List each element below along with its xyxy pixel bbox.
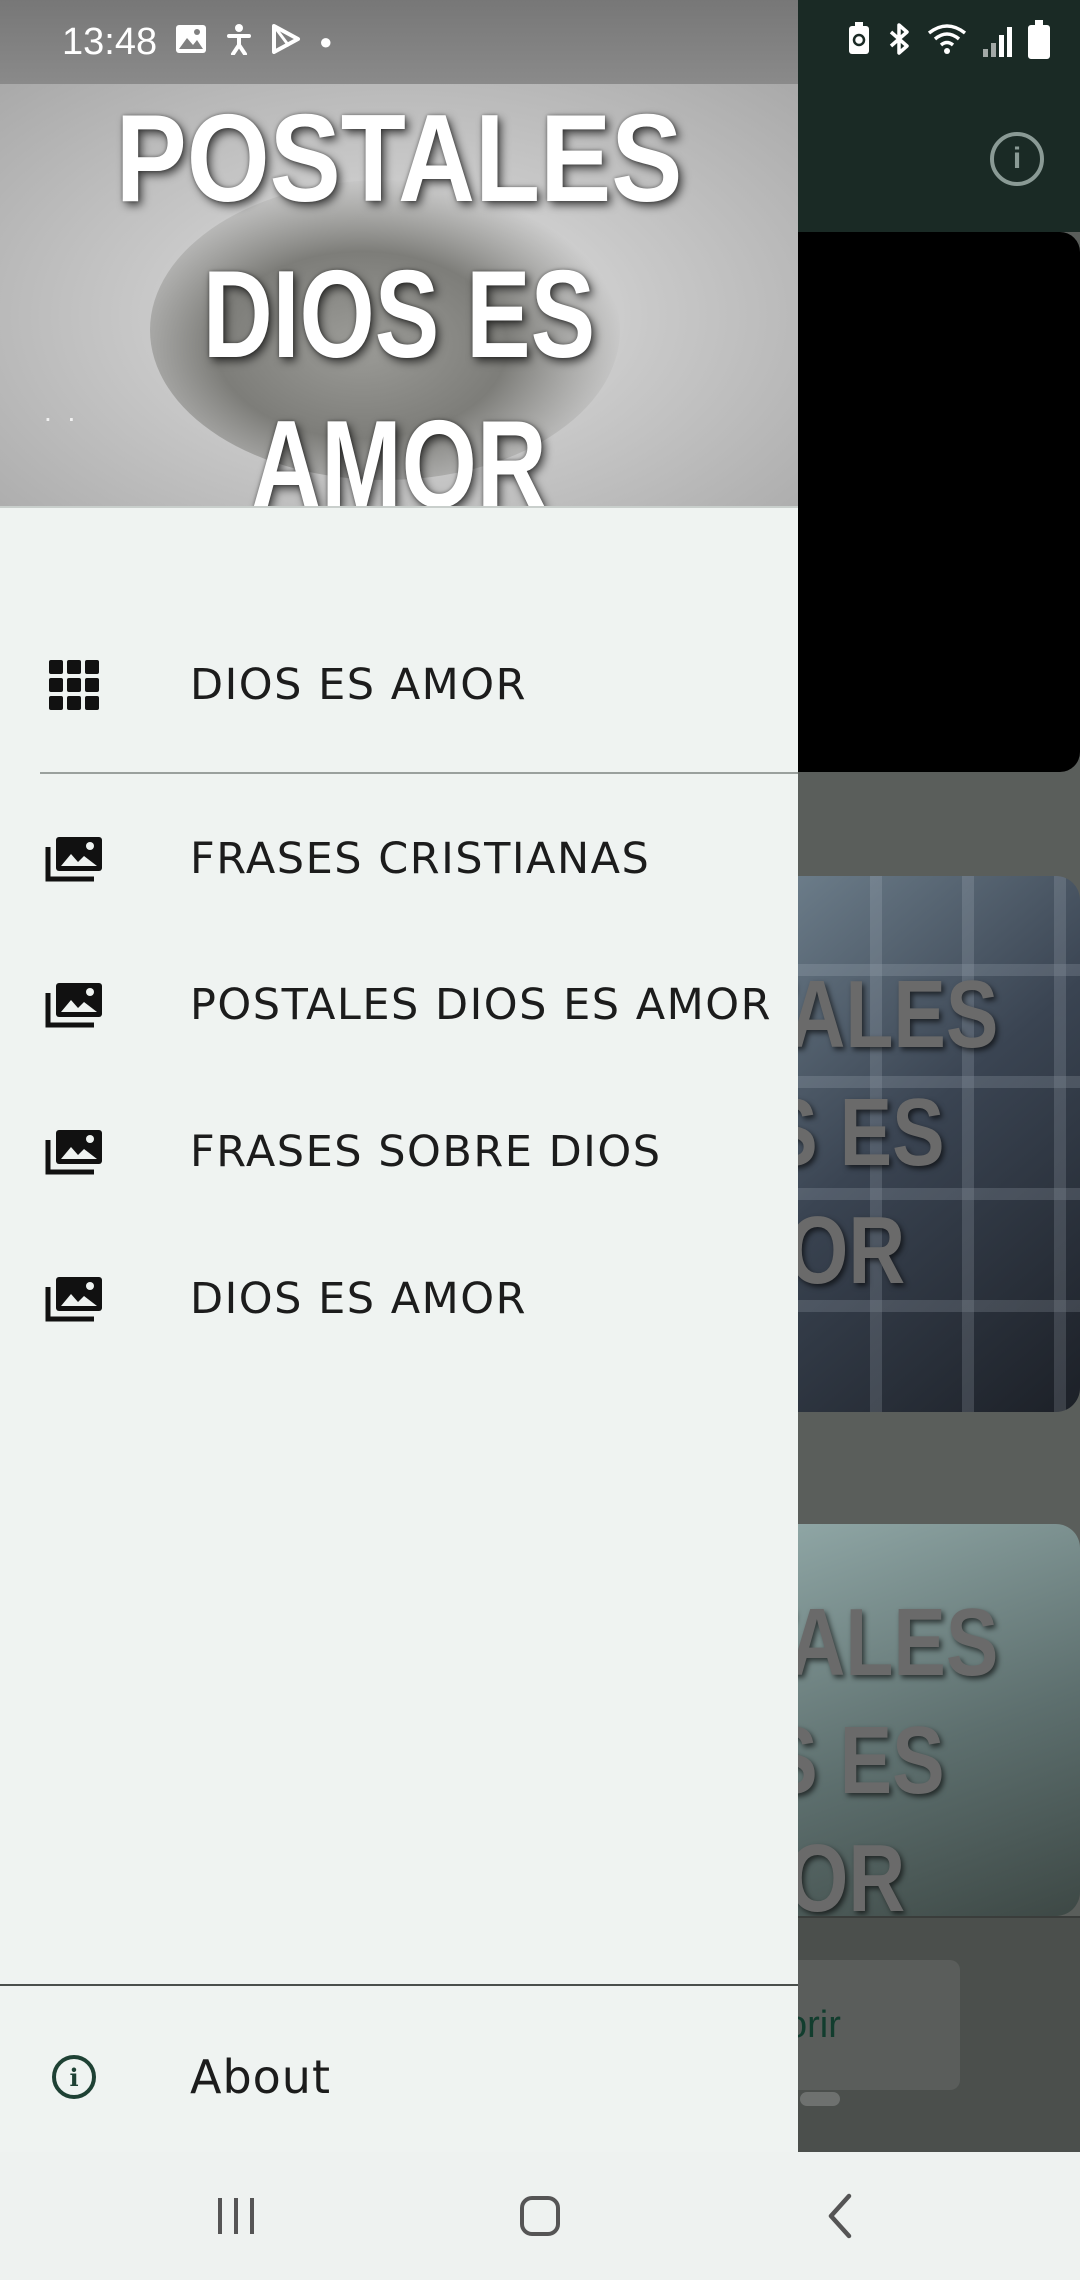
back-chevron-icon bbox=[828, 2193, 852, 2239]
menu-item-label: FRASES SOBRE DIOS bbox=[190, 1127, 662, 1177]
divider bbox=[0, 1984, 798, 1986]
wifi-icon bbox=[927, 23, 967, 61]
recents-button[interactable] bbox=[186, 2176, 286, 2256]
dot-icon: ● bbox=[319, 29, 333, 54]
status-bar-left: 13:48 ● bbox=[0, 0, 798, 84]
status-bar: 13:48 ● bbox=[0, 0, 1080, 84]
home-icon bbox=[520, 2196, 560, 2236]
divider bbox=[40, 772, 798, 774]
menu-item-frases-sobre-dios[interactable]: FRASES SOBRE DIOS bbox=[0, 1097, 798, 1207]
home-button[interactable] bbox=[490, 2176, 590, 2256]
battery-icon bbox=[1028, 20, 1050, 59]
menu-item-label: DIOS ES AMOR bbox=[190, 1274, 527, 1324]
battery-saver-icon bbox=[847, 22, 871, 62]
postcard-text: POSTALES DIOS ES AMOR bbox=[790, 1589, 999, 1916]
open-button[interactable]: orir bbox=[786, 1960, 960, 2090]
drawer-header: POSTALES DIOS ES AMOR . . bbox=[0, 84, 798, 508]
photo-library-icon bbox=[42, 1124, 106, 1180]
photo-library-icon bbox=[42, 1271, 106, 1327]
apps-grid-icon bbox=[42, 657, 106, 713]
signal-icon bbox=[983, 27, 1012, 57]
menu-item-label: POSTALES DIOS ES AMOR bbox=[190, 980, 772, 1030]
play-store-icon bbox=[271, 24, 301, 60]
header-dots: . . bbox=[44, 396, 80, 427]
system-navigation-bar bbox=[0, 2152, 1080, 2280]
scroll-indicator bbox=[800, 2092, 840, 2106]
header-title-line2: DIOS ES AMOR bbox=[202, 246, 596, 508]
clock: 13:48 bbox=[62, 20, 158, 63]
screen: i POSTALES DIOS ES AMOR POSTALES DIOS ES… bbox=[0, 0, 1080, 2280]
menu-item-label: About bbox=[190, 2050, 332, 2104]
postcard-thumbnail[interactable]: POSTALES DIOS ES AMOR bbox=[790, 1524, 1080, 1916]
menu-item-frases-cristianas[interactable]: FRASES CRISTIANAS bbox=[0, 804, 798, 914]
menu-item-label: FRASES CRISTIANAS bbox=[190, 834, 651, 884]
postcard-text: POSTALES DIOS ES AMOR bbox=[790, 961, 999, 1304]
info-icon: i bbox=[42, 2049, 106, 2105]
header-title-line1: POSTALES bbox=[115, 90, 683, 228]
menu-item-postales-dios-es-amor[interactable]: POSTALES DIOS ES AMOR bbox=[0, 950, 798, 1060]
menu-item-label: DIOS ES AMOR bbox=[190, 660, 527, 710]
menu-item-dios-es-amor-home[interactable]: DIOS ES AMOR bbox=[0, 630, 798, 740]
postcard-thumbnail[interactable]: POSTALES DIOS ES AMOR bbox=[790, 876, 1080, 1412]
status-bar-right bbox=[798, 0, 1080, 84]
accessibility-icon bbox=[225, 23, 253, 61]
toolbar-info-icon[interactable]: i bbox=[990, 132, 1044, 186]
photo-library-icon bbox=[42, 831, 106, 887]
image-icon bbox=[175, 24, 207, 60]
menu-item-dios-es-amor[interactable]: DIOS ES AMOR bbox=[0, 1244, 798, 1354]
recents-icon bbox=[218, 2198, 254, 2234]
navigation-drawer: POSTALES DIOS ES AMOR . . DIOS ES AMOR F… bbox=[0, 0, 798, 2152]
menu-item-about[interactable]: i About bbox=[0, 2022, 798, 2132]
bluetooth-icon bbox=[887, 22, 911, 62]
back-button[interactable] bbox=[790, 2176, 890, 2256]
photo-library-icon bbox=[42, 977, 106, 1033]
video-panel[interactable] bbox=[790, 232, 1080, 772]
